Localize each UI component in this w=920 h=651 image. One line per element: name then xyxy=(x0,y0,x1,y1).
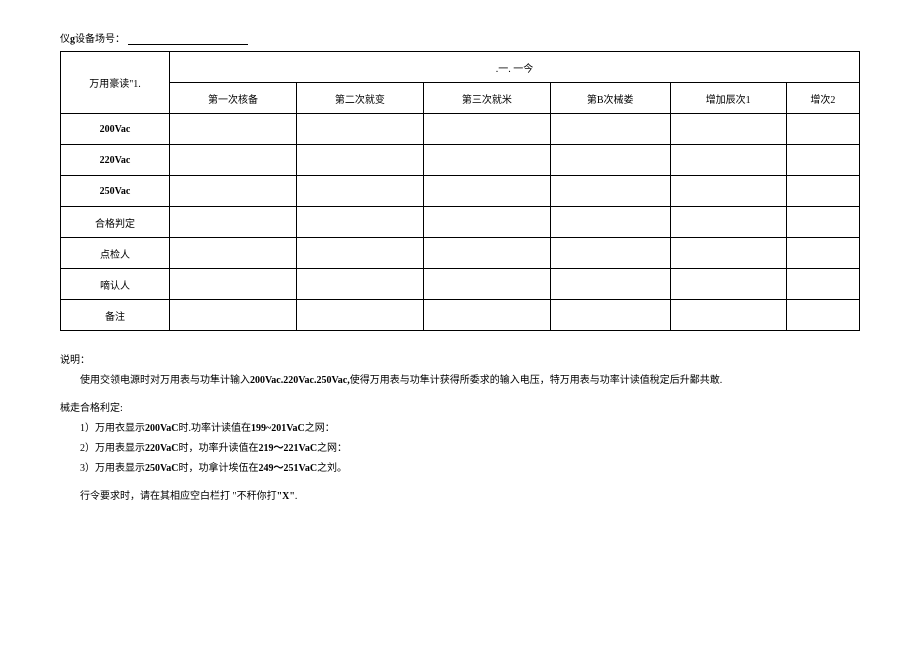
section-criteria: 械走合格利定: 1）万用衣显示200VaC时.功率计读值在199~201VaC之… xyxy=(60,399,860,479)
check-table: 万用豪读"1. .一. 一今 第一次核备 第二次就变 第三次就米 第B次械娄 增… xyxy=(60,51,860,331)
table-cell[interactable] xyxy=(296,176,423,207)
table-cell[interactable] xyxy=(670,300,786,331)
table-cell[interactable] xyxy=(423,207,550,238)
row-header: 合格判定 xyxy=(61,207,170,238)
criteria-item-3: 3）万用表显示250VaC时，功拿计埃伍在249～251VaC之刘。 xyxy=(60,459,860,479)
table-cell[interactable] xyxy=(170,300,297,331)
table-cell[interactable] xyxy=(170,207,297,238)
col-header: 增加辰次1 xyxy=(670,83,786,114)
device-number-line: 仪g设备场号： xyxy=(60,30,860,45)
table-cell[interactable] xyxy=(550,207,670,238)
table-cell[interactable] xyxy=(423,114,550,145)
table-cell[interactable] xyxy=(670,269,786,300)
criteria-item-1: 1）万用衣显示200VaC时.功率计读值在199~201VaC之网： xyxy=(60,419,860,439)
device-number-field[interactable] xyxy=(128,32,248,45)
row-header: 200Vac xyxy=(61,114,170,145)
row-header: 220Vac xyxy=(61,145,170,176)
table-cell[interactable] xyxy=(423,300,550,331)
table-cell[interactable] xyxy=(296,207,423,238)
row-header: 备注 xyxy=(61,300,170,331)
table-cell[interactable] xyxy=(296,145,423,176)
header-prefix: 仪 xyxy=(60,34,70,45)
col-header: 第一次核备 xyxy=(170,83,297,114)
col-header: 第三次就米 xyxy=(423,83,550,114)
table-cell[interactable] xyxy=(786,238,859,269)
table-cell[interactable] xyxy=(296,300,423,331)
section2-title: 械走合格利定: xyxy=(60,399,860,419)
table-cell[interactable] xyxy=(423,176,550,207)
table-cell[interactable] xyxy=(670,176,786,207)
instruction-line: 行令要求时，请在其相应空白栏打 "不秆你打"X". xyxy=(60,487,860,507)
table-top-header: .一. 一今 xyxy=(170,52,860,83)
table-cell[interactable] xyxy=(170,176,297,207)
section-explanation: 说明： 使用交领电源时对万用表与功隼计输入200Vac.220Vac.250Va… xyxy=(60,351,860,391)
table-cell[interactable] xyxy=(550,300,670,331)
section1-title: 说明： xyxy=(60,351,860,371)
col-header: 第B次械娄 xyxy=(550,83,670,114)
table-cell[interactable] xyxy=(170,238,297,269)
col-header: 第二次就变 xyxy=(296,83,423,114)
table-cell[interactable] xyxy=(550,114,670,145)
table-cell[interactable] xyxy=(786,145,859,176)
section1-body: 使用交领电源时对万用表与功隼计输入200Vac.220Vac.250Vac,使得… xyxy=(60,371,860,391)
table-cell[interactable] xyxy=(550,269,670,300)
table-cell[interactable] xyxy=(786,269,859,300)
table-cell[interactable] xyxy=(670,207,786,238)
table-cell[interactable] xyxy=(296,114,423,145)
table-cell[interactable] xyxy=(670,145,786,176)
col-header: 增次2 xyxy=(786,83,859,114)
table-cell[interactable] xyxy=(550,238,670,269)
table-cell[interactable] xyxy=(170,269,297,300)
table-cell[interactable] xyxy=(786,207,859,238)
table-cell[interactable] xyxy=(296,238,423,269)
table-cell[interactable] xyxy=(786,300,859,331)
row-header: 250Vac xyxy=(61,176,170,207)
table-cell[interactable] xyxy=(786,176,859,207)
table-corner: 万用豪读"1. xyxy=(61,52,170,114)
table-cell[interactable] xyxy=(296,269,423,300)
row-header: 嘀认人 xyxy=(61,269,170,300)
criteria-item-2: 2）万用表显示220VaC时，功率升读值在219～221VaC之网： xyxy=(60,439,860,459)
table-cell[interactable] xyxy=(170,145,297,176)
section-instruction: 行令要求时，请在其相应空白栏打 "不秆你打"X". xyxy=(60,487,860,507)
table-cell[interactable] xyxy=(550,145,670,176)
table-cell[interactable] xyxy=(170,114,297,145)
header-suffix: 设备场号： xyxy=(75,34,125,45)
table-cell[interactable] xyxy=(670,114,786,145)
table-cell[interactable] xyxy=(423,238,550,269)
row-header: 点检人 xyxy=(61,238,170,269)
table-cell[interactable] xyxy=(423,145,550,176)
table-cell[interactable] xyxy=(786,114,859,145)
table-cell[interactable] xyxy=(550,176,670,207)
table-cell[interactable] xyxy=(670,238,786,269)
table-cell[interactable] xyxy=(423,269,550,300)
